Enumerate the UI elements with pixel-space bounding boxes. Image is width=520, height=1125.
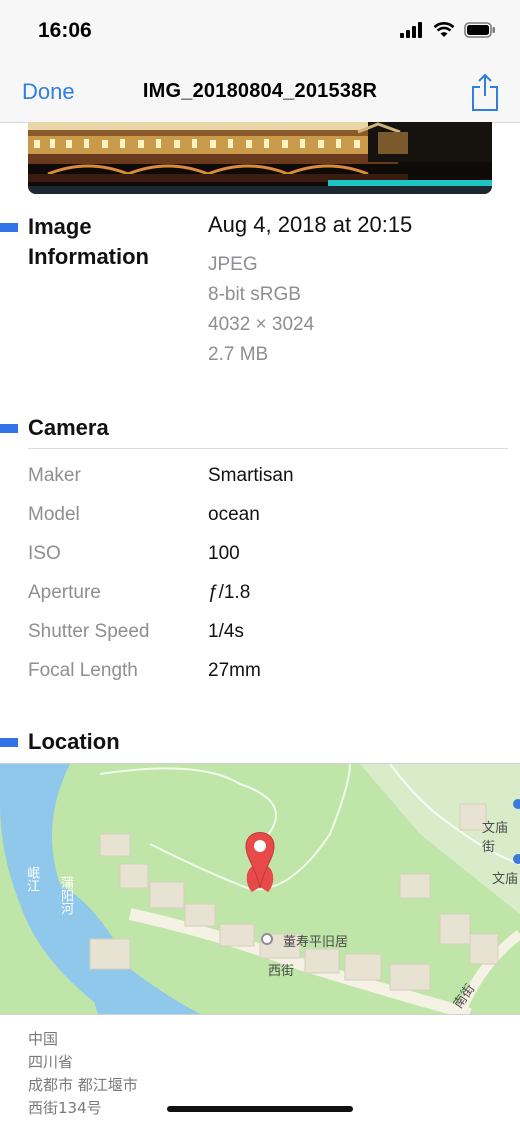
- address-country: 中国: [28, 1030, 59, 1048]
- section-marker-camera: [0, 424, 18, 433]
- camera-value-iso: 100: [208, 543, 240, 564]
- image-size: 2.7 MB: [208, 344, 269, 365]
- home-indicator[interactable]: [167, 1106, 353, 1112]
- image-date: Aug 4, 2018 at 20:15: [208, 212, 413, 237]
- map-label-poi[interactable]: 董寿平旧居: [283, 931, 348, 950]
- camera-key-focal-length: Focal Length: [28, 660, 138, 681]
- location-map[interactable]: 岷江 蒲阳河 董寿平旧居 西街 南街 文庙街 文庙: [0, 763, 520, 1015]
- map-label-street1: 西街: [268, 964, 295, 979]
- section-marker-location: [0, 738, 18, 747]
- status-icons: [400, 22, 496, 38]
- camera-value-shutter-speed: 1/4s: [208, 621, 244, 642]
- location-title: Location: [28, 729, 120, 754]
- image-color-profile: 8-bit sRGB: [208, 284, 301, 305]
- map-label-temple2: 文庙: [492, 872, 519, 887]
- camera-value-aperture: ƒ/1.8: [208, 582, 251, 603]
- camera-key-shutter-speed: Shutter Speed: [28, 621, 150, 642]
- map-label-river1: 岷江: [24, 866, 39, 892]
- address-city: 成都市 都江堰市: [28, 1076, 138, 1094]
- wifi-icon: [433, 22, 455, 37]
- nav-bar: Done IMG_20180804_201538R: [0, 64, 520, 123]
- image-format: JPEG: [208, 254, 258, 275]
- status-time: 16:06: [38, 19, 92, 42]
- image-dimensions: 4032 × 3024: [208, 314, 315, 335]
- camera-key-model: Model: [28, 504, 80, 525]
- map-label-temple1: 文庙街: [482, 821, 509, 855]
- image-info-title-line2: Information: [28, 244, 149, 269]
- address-province: 四川省: [28, 1053, 74, 1071]
- photo-image: [28, 122, 492, 194]
- camera-title: Camera: [28, 415, 109, 440]
- camera-key-iso: ISO: [28, 543, 61, 564]
- map-graphic: [0, 764, 520, 1014]
- camera-divider: [28, 448, 508, 449]
- map-label-river2: 蒲阳河: [58, 876, 73, 915]
- signal-icon: [400, 22, 422, 38]
- camera-value-focal-length: 27mm: [208, 660, 261, 681]
- section-marker-image-info: [0, 223, 18, 232]
- share-icon[interactable]: [470, 72, 500, 112]
- camera-value-maker: Smartisan: [208, 465, 294, 486]
- photo-preview[interactable]: [28, 122, 492, 194]
- camera-key-aperture: Aperture: [28, 582, 101, 603]
- battery-icon: [464, 22, 495, 38]
- address-street: 西街134号: [28, 1099, 102, 1117]
- nav-title: IMG_20180804_201538R: [142, 80, 378, 102]
- camera-value-model: ocean: [208, 504, 260, 525]
- status-bar: 16:06: [0, 0, 520, 64]
- camera-key-maker: Maker: [28, 465, 81, 486]
- image-info-title-line1: Image: [28, 214, 92, 239]
